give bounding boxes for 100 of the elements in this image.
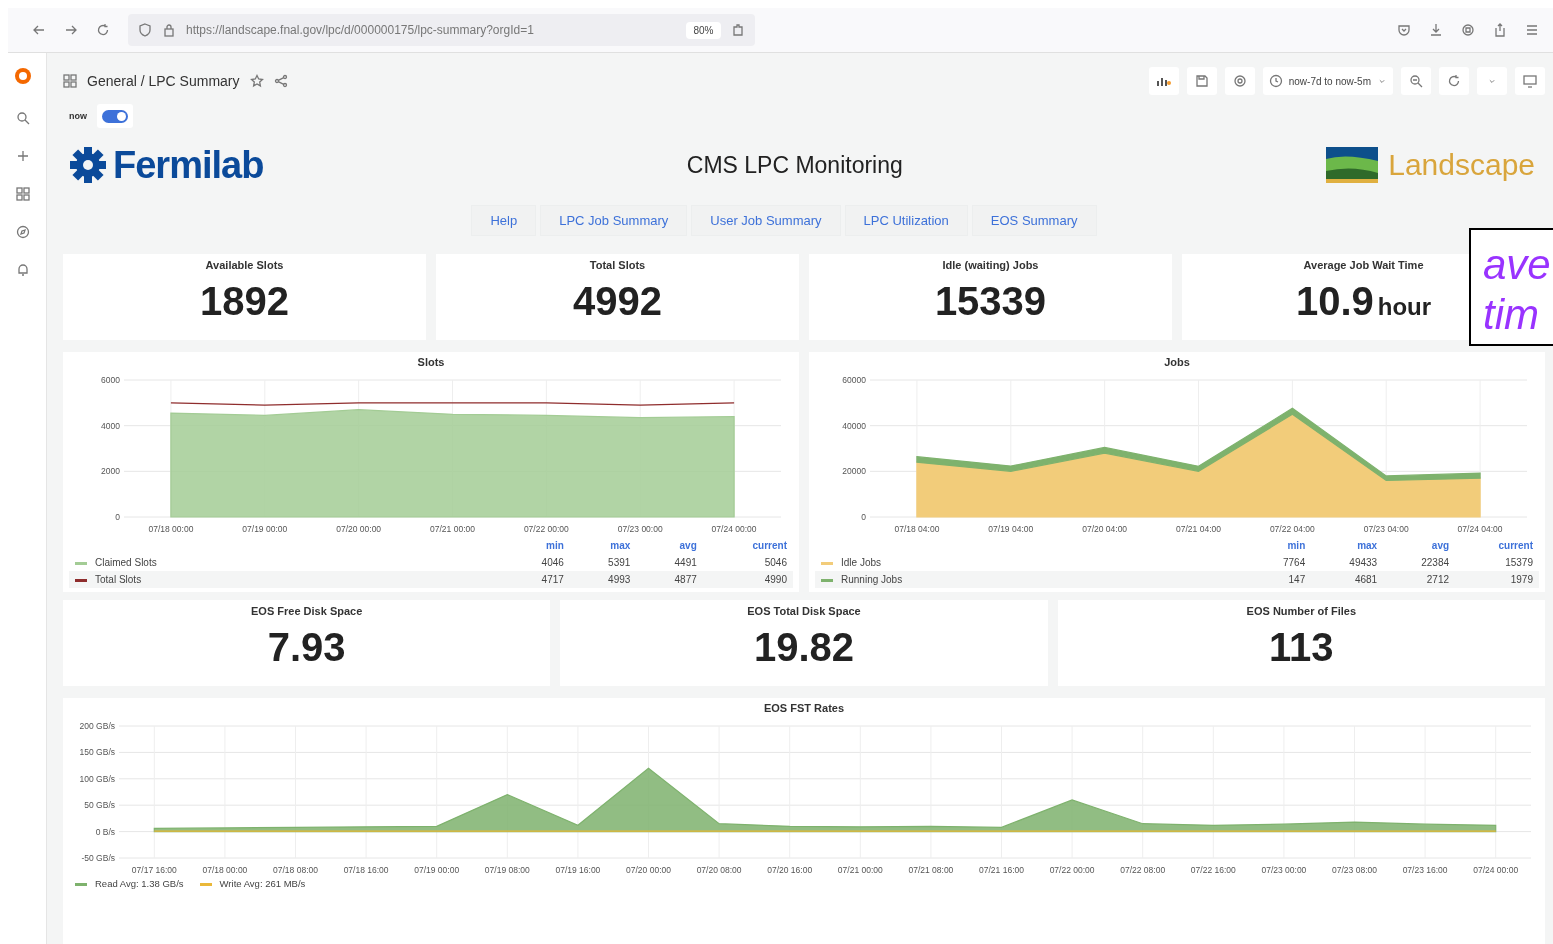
share-icon[interactable] [1493,23,1507,37]
legend-label[interactable]: Idle Jobs [841,557,882,568]
logo-icon[interactable] [12,65,34,87]
y-tick-label: 150 GB/s [79,747,115,758]
legend-value: 1979 [1455,571,1539,588]
legend-value: 4990 [702,571,793,588]
back-icon[interactable] [32,23,46,37]
x-tick-label: 07/23 08:00 [1332,865,1377,875]
y-tick-label: 0 B/s [95,826,115,837]
x-tick-label: 07/21 04:00 [1175,524,1221,534]
shield-icon[interactable] [138,23,152,37]
x-tick-label: 07/18 00:00 [148,524,193,534]
legend-swatch [75,883,87,886]
legend-header[interactable]: avg [636,537,703,554]
save-button[interactable] [1186,67,1217,95]
legend-value: 147 [1249,571,1312,588]
legend-value: 15379 [1455,554,1539,571]
time-picker[interactable]: now-7d to now-5m [1262,67,1393,95]
legend-value: 5046 [702,554,793,571]
search-icon[interactable] [16,111,30,125]
zoom-out-button[interactable] [1401,67,1431,95]
y-tick-label: 6000 [100,375,120,385]
y-tick-label: 0 [114,512,120,522]
legend-value: 49433 [1311,554,1384,571]
stat-title: Available Slots [205,259,284,271]
forward-icon[interactable] [64,23,78,37]
dashboard-title: CMS LPC Monitoring [685,151,904,179]
x-tick-label: 07/18 00:00 [202,865,248,875]
extension-icon[interactable] [730,23,745,37]
download-icon[interactable] [1429,23,1443,37]
lock-icon[interactable] [162,23,176,37]
bell-icon[interactable] [16,263,30,277]
stat-value: 7.93 [267,625,346,670]
dashboards-icon[interactable] [16,187,30,201]
refresh-button[interactable] [1439,67,1469,95]
zoom-level[interactable]: 80% [686,21,721,39]
tv-mode-button[interactable] [1515,67,1545,95]
legend-label[interactable]: Total Slots [95,574,142,585]
legend-header[interactable]: min [503,537,570,554]
add-panel-button[interactable] [1148,67,1179,95]
x-tick-label: 07/18 08:00 [273,865,318,875]
x-tick-label: 07/20 00:00 [335,524,381,534]
x-tick-label: 07/21 00:00 [837,865,883,875]
legend-header[interactable]: min [1249,537,1312,554]
monitor-icon[interactable] [1523,74,1537,88]
x-tick-label: 07/24 04:00 [1457,524,1502,534]
grid-icon[interactable] [63,74,77,88]
nav-link[interactable]: EOS Summary [971,205,1097,236]
legend-label[interactable]: Running Jobs [841,574,903,585]
save-icon[interactable] [1194,74,1209,88]
toggle-switch[interactable] [97,104,133,128]
puzzle-icon[interactable] [1461,23,1475,37]
star-icon[interactable] [249,74,264,88]
legend-header[interactable]: max [569,537,637,554]
stat-value: 15339 [934,279,1047,324]
zoom-out-icon[interactable] [1409,74,1423,88]
legend-header[interactable]: current [1455,537,1539,554]
nav-link[interactable]: User Job Summary [691,205,841,236]
x-tick-label: 07/20 08:00 [696,865,742,875]
menu-icon[interactable] [1525,23,1539,37]
legend-label[interactable]: Write Avg: 261 MB/s [219,878,306,889]
x-tick-label: 07/21 00:00 [429,524,475,534]
logo-text: Landscape [1388,148,1535,182]
clock-icon[interactable] [1268,74,1283,88]
settings-icon[interactable] [1232,74,1247,88]
legend-header[interactable]: current [702,537,793,554]
legend-label[interactable]: Claimed Slots [95,557,157,568]
legend-value: 4491 [636,554,703,571]
legend-label[interactable]: Read Avg: 1.38 GB/s [95,878,184,889]
legend-swatch [75,561,87,565]
x-tick-label: 07/20 16:00 [767,865,813,875]
legend-value: 4877 [636,571,703,588]
legend-header[interactable]: avg [1383,537,1456,554]
stat-title: Idle (waiting) Jobs [942,259,1039,271]
x-tick-label: 07/23 00:00 [1261,865,1307,875]
pocket-icon[interactable] [1397,23,1411,37]
y-tick-label: 0 [860,512,866,522]
stat-title: EOS Free Disk Space [251,605,363,617]
y-tick-label: 4000 [100,420,120,431]
nav-link[interactable]: LPC Job Summary [540,205,688,236]
gear-icon [69,146,107,184]
legend-header[interactable]: max [1311,537,1384,554]
variable-label: now [69,111,87,121]
legend-value: 4046 [503,554,570,571]
address-bar[interactable]: https://landscape.fnal.gov/lpc/d/000000175/lpc-summary?orgId=1 80% [128,14,755,46]
reload-icon[interactable] [96,23,110,37]
x-tick-label: 07/19 00:00 [414,865,460,875]
breadcrumb[interactable]: General / LPC Summary [87,73,240,89]
stat-value: 113 [1269,625,1334,670]
compass-icon[interactable] [16,225,30,239]
nav-link[interactable]: Help [471,205,537,236]
share-icon[interactable] [273,74,288,88]
x-tick-label: 07/19 16:00 [555,865,601,875]
legend-swatch [821,578,833,582]
settings-button[interactable] [1224,67,1255,95]
x-tick-label: 07/20 00:00 [626,865,671,875]
nav-link[interactable]: LPC Utilization [844,205,968,236]
refresh-icon[interactable] [1447,74,1461,88]
stat-value: 4992 [573,279,662,324]
plus-icon[interactable] [16,149,30,163]
